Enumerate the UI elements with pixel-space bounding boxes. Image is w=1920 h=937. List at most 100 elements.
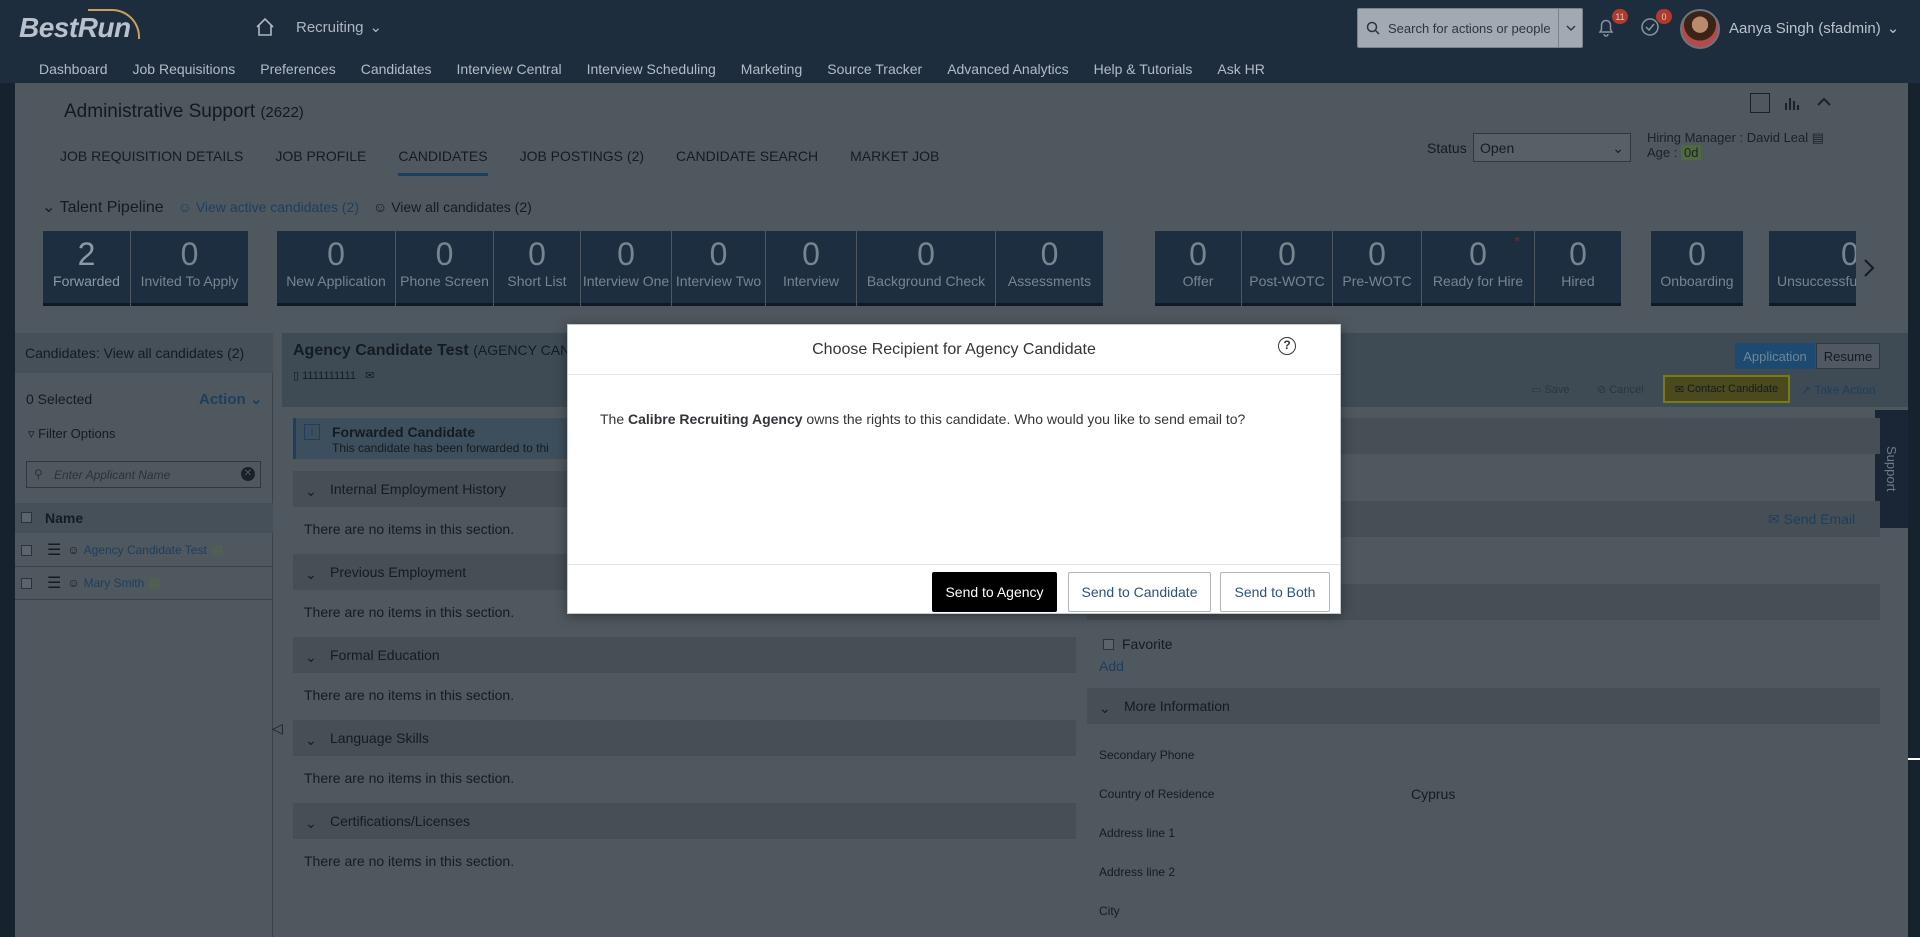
hiring-manager-name[interactable]: David Leal	[1747, 130, 1808, 145]
nav-item-source-tracker[interactable]: Source Tracker	[827, 55, 922, 83]
stage-interview-one[interactable]: 0 Interview One	[581, 231, 671, 306]
section-certifications[interactable]: ⌄ Certifications/Licenses	[293, 803, 1076, 839]
stage-assessments[interactable]: 0 Assessments	[996, 231, 1103, 306]
nav-item-help-tutorials[interactable]: Help & Tutorials	[1094, 55, 1193, 83]
requisition-id: (2622)	[260, 104, 304, 121]
favorite-toggle[interactable]: Favorite	[1103, 636, 1173, 652]
stage-phone-screen[interactable]: 0 Phone Screen	[396, 231, 493, 306]
applicant-search-input[interactable]: ⚲ Enter Applicant Name ✕	[26, 461, 261, 488]
drag-handle-icon[interactable]: ☰	[47, 540, 61, 560]
bar-chart-icon[interactable]	[1782, 93, 1802, 113]
search-scope-dropdown[interactable]	[1558, 9, 1582, 47]
send-email-link[interactable]: ✉ Send Email	[1768, 511, 1855, 528]
stage-interview[interactable]: 0 Interview	[766, 231, 856, 306]
tab-job-postings[interactable]: JOB POSTINGS (2)	[520, 148, 644, 176]
stage-count: 0	[1841, 235, 1856, 273]
talent-pipeline-toggle[interactable]: ⌄ Talent Pipeline	[42, 197, 164, 217]
mail-icon: ✉	[365, 370, 375, 382]
stage-post-wotc[interactable]: 0 Post-WOTC	[1242, 231, 1332, 306]
section-language-skills[interactable]: ⌄ Language Skills	[293, 720, 1076, 756]
field-label: Secondary Phone	[1099, 748, 1195, 762]
global-search[interactable]: Search for actions or people	[1357, 8, 1583, 48]
application-toggle[interactable]: Application	[1735, 343, 1815, 369]
stage-unsuccessful[interactable]: 0Unsuccessful	[1769, 231, 1856, 306]
section-title: Internal Employment History	[330, 481, 506, 497]
section-more-information[interactable]: ⌄ More Information	[1087, 688, 1880, 724]
candidate-link[interactable]: Mary Smith	[84, 576, 145, 590]
stage-hired[interactable]: 0 Hired	[1535, 231, 1621, 306]
tab-candidate-search[interactable]: CANDIDATE SEARCH	[676, 148, 818, 176]
chevron-right-icon[interactable]	[1862, 258, 1876, 278]
collapse-up-icon[interactable]	[1814, 93, 1834, 113]
nav-item-interview-scheduling[interactable]: Interview Scheduling	[587, 55, 716, 83]
tab-job-requisition-details[interactable]: JOB REQUISITION DETAILS	[60, 148, 243, 176]
row-checkbox[interactable]	[21, 577, 32, 589]
notifications-badge: 11	[1612, 9, 1628, 24]
view-all-label: View all candidates (2)	[391, 199, 532, 215]
forwarded-text: This candidate has been forwarded to thi	[332, 441, 549, 455]
stage-count: 0	[180, 236, 199, 272]
stage-background-check[interactable]: 0 Background Check	[857, 231, 995, 306]
send-to-agency-button[interactable]: Send to Agency	[932, 572, 1057, 612]
list-item[interactable]: ☰ ☺ Mary Smith ▤	[15, 567, 273, 600]
nav-item-dashboard[interactable]: Dashboard	[39, 55, 108, 83]
take-action-button[interactable]: ↗ Take Action	[1801, 383, 1876, 397]
search-input[interactable]: Search for actions or people	[1388, 21, 1558, 36]
stage-forwarded[interactable]: 2 Forwarded	[43, 231, 130, 306]
save-button[interactable]: ▭ Save	[1531, 383, 1570, 396]
view-active-candidates-link[interactable]: ☺ View active candidates (2)	[178, 199, 359, 215]
status-select[interactable]: Open ⌄	[1473, 133, 1631, 162]
tab-market-job[interactable]: MARKET JOB	[850, 148, 939, 176]
stage-interview-two[interactable]: 0 Interview Two	[672, 231, 765, 306]
tab-job-profile[interactable]: JOB PROFILE	[275, 148, 366, 176]
send-to-candidate-button[interactable]: Send to Candidate	[1068, 572, 1211, 612]
stage-new-application[interactable]: 0 New Application	[277, 231, 395, 306]
user-menu[interactable]: Aanya Singh (sfadmin) ⌄	[1729, 19, 1899, 38]
play-icon[interactable]	[1750, 93, 1770, 113]
send-to-both-button[interactable]: Send to Both	[1220, 572, 1330, 612]
approvals-button[interactable]: 0	[1639, 9, 1672, 40]
favorite-checkbox[interactable]	[1103, 638, 1114, 650]
module-switcher[interactable]: Recruiting ⌄	[296, 18, 382, 37]
stage-offer[interactable]: 0 Offer	[1155, 231, 1241, 306]
search-icon	[1358, 21, 1388, 35]
list-item[interactable]: ☰ ☺ Agency Candidate Test ▤	[15, 534, 273, 567]
stage-short-list[interactable]: 0 Short List	[494, 231, 580, 306]
cancel-button[interactable]: ⊘ Cancel	[1597, 383, 1644, 396]
stage-invited-to-apply[interactable]: 0 Invited To Apply	[131, 231, 248, 306]
stage-ready-for-hire[interactable]: 0 Ready for Hire *	[1422, 231, 1534, 306]
stage-label: Offer	[1182, 273, 1214, 289]
view-all-candidates-link[interactable]: ☺ View all candidates (2)	[373, 199, 532, 215]
avatar[interactable]	[1680, 9, 1720, 49]
select-all-checkbox[interactable]	[21, 512, 32, 523]
row-checkbox[interactable]	[21, 544, 32, 556]
nav-item-preferences[interactable]: Preferences	[260, 55, 335, 83]
clear-icon[interactable]: ✕	[241, 467, 255, 481]
stage-onboarding[interactable]: 0 Onboarding	[1651, 231, 1743, 306]
drag-handle-icon[interactable]: ☰	[47, 573, 61, 593]
candidate-link[interactable]: Agency Candidate Test	[84, 543, 207, 557]
nav-item-ask-hr[interactable]: Ask HR	[1217, 55, 1264, 83]
nav-item-candidates[interactable]: Candidates	[361, 55, 432, 83]
stage-label: Phone Screen	[400, 273, 489, 289]
nav-item-job-requisitions[interactable]: Job Requisitions	[133, 55, 236, 83]
message-suffix: owns the rights to this candidate. Who w…	[802, 411, 1246, 427]
stage-pre-wotc[interactable]: 0 Pre-WOTC	[1333, 231, 1421, 306]
action-menu-button[interactable]: Action ⌄	[199, 390, 262, 408]
nav-item-marketing[interactable]: Marketing	[741, 55, 802, 83]
home-icon[interactable]	[254, 16, 276, 38]
name-column-header[interactable]: Name	[15, 503, 273, 533]
resume-toggle[interactable]: Resume	[1816, 343, 1880, 369]
nav-item-interview-central[interactable]: Interview Central	[457, 55, 562, 83]
add-link[interactable]: Add	[1099, 658, 1124, 674]
contact-candidate-button[interactable]: ✉ Contact Candidate	[1663, 375, 1790, 403]
section-formal-education[interactable]: ⌄ Formal Education	[293, 637, 1076, 673]
help-icon[interactable]: ?	[1278, 337, 1296, 355]
section-title: Formal Education	[330, 647, 440, 663]
nav-item-advanced-analytics[interactable]: Advanced Analytics	[947, 55, 1068, 83]
contact-card-icon[interactable]: ▤	[1812, 130, 1824, 145]
notifications-button[interactable]: 11	[1595, 9, 1628, 40]
filter-options-button[interactable]: ▿ Filter Options	[28, 426, 115, 442]
tab-candidates[interactable]: CANDIDATES	[398, 148, 488, 176]
collapse-sidebar-icon[interactable]: ◁	[272, 720, 283, 737]
